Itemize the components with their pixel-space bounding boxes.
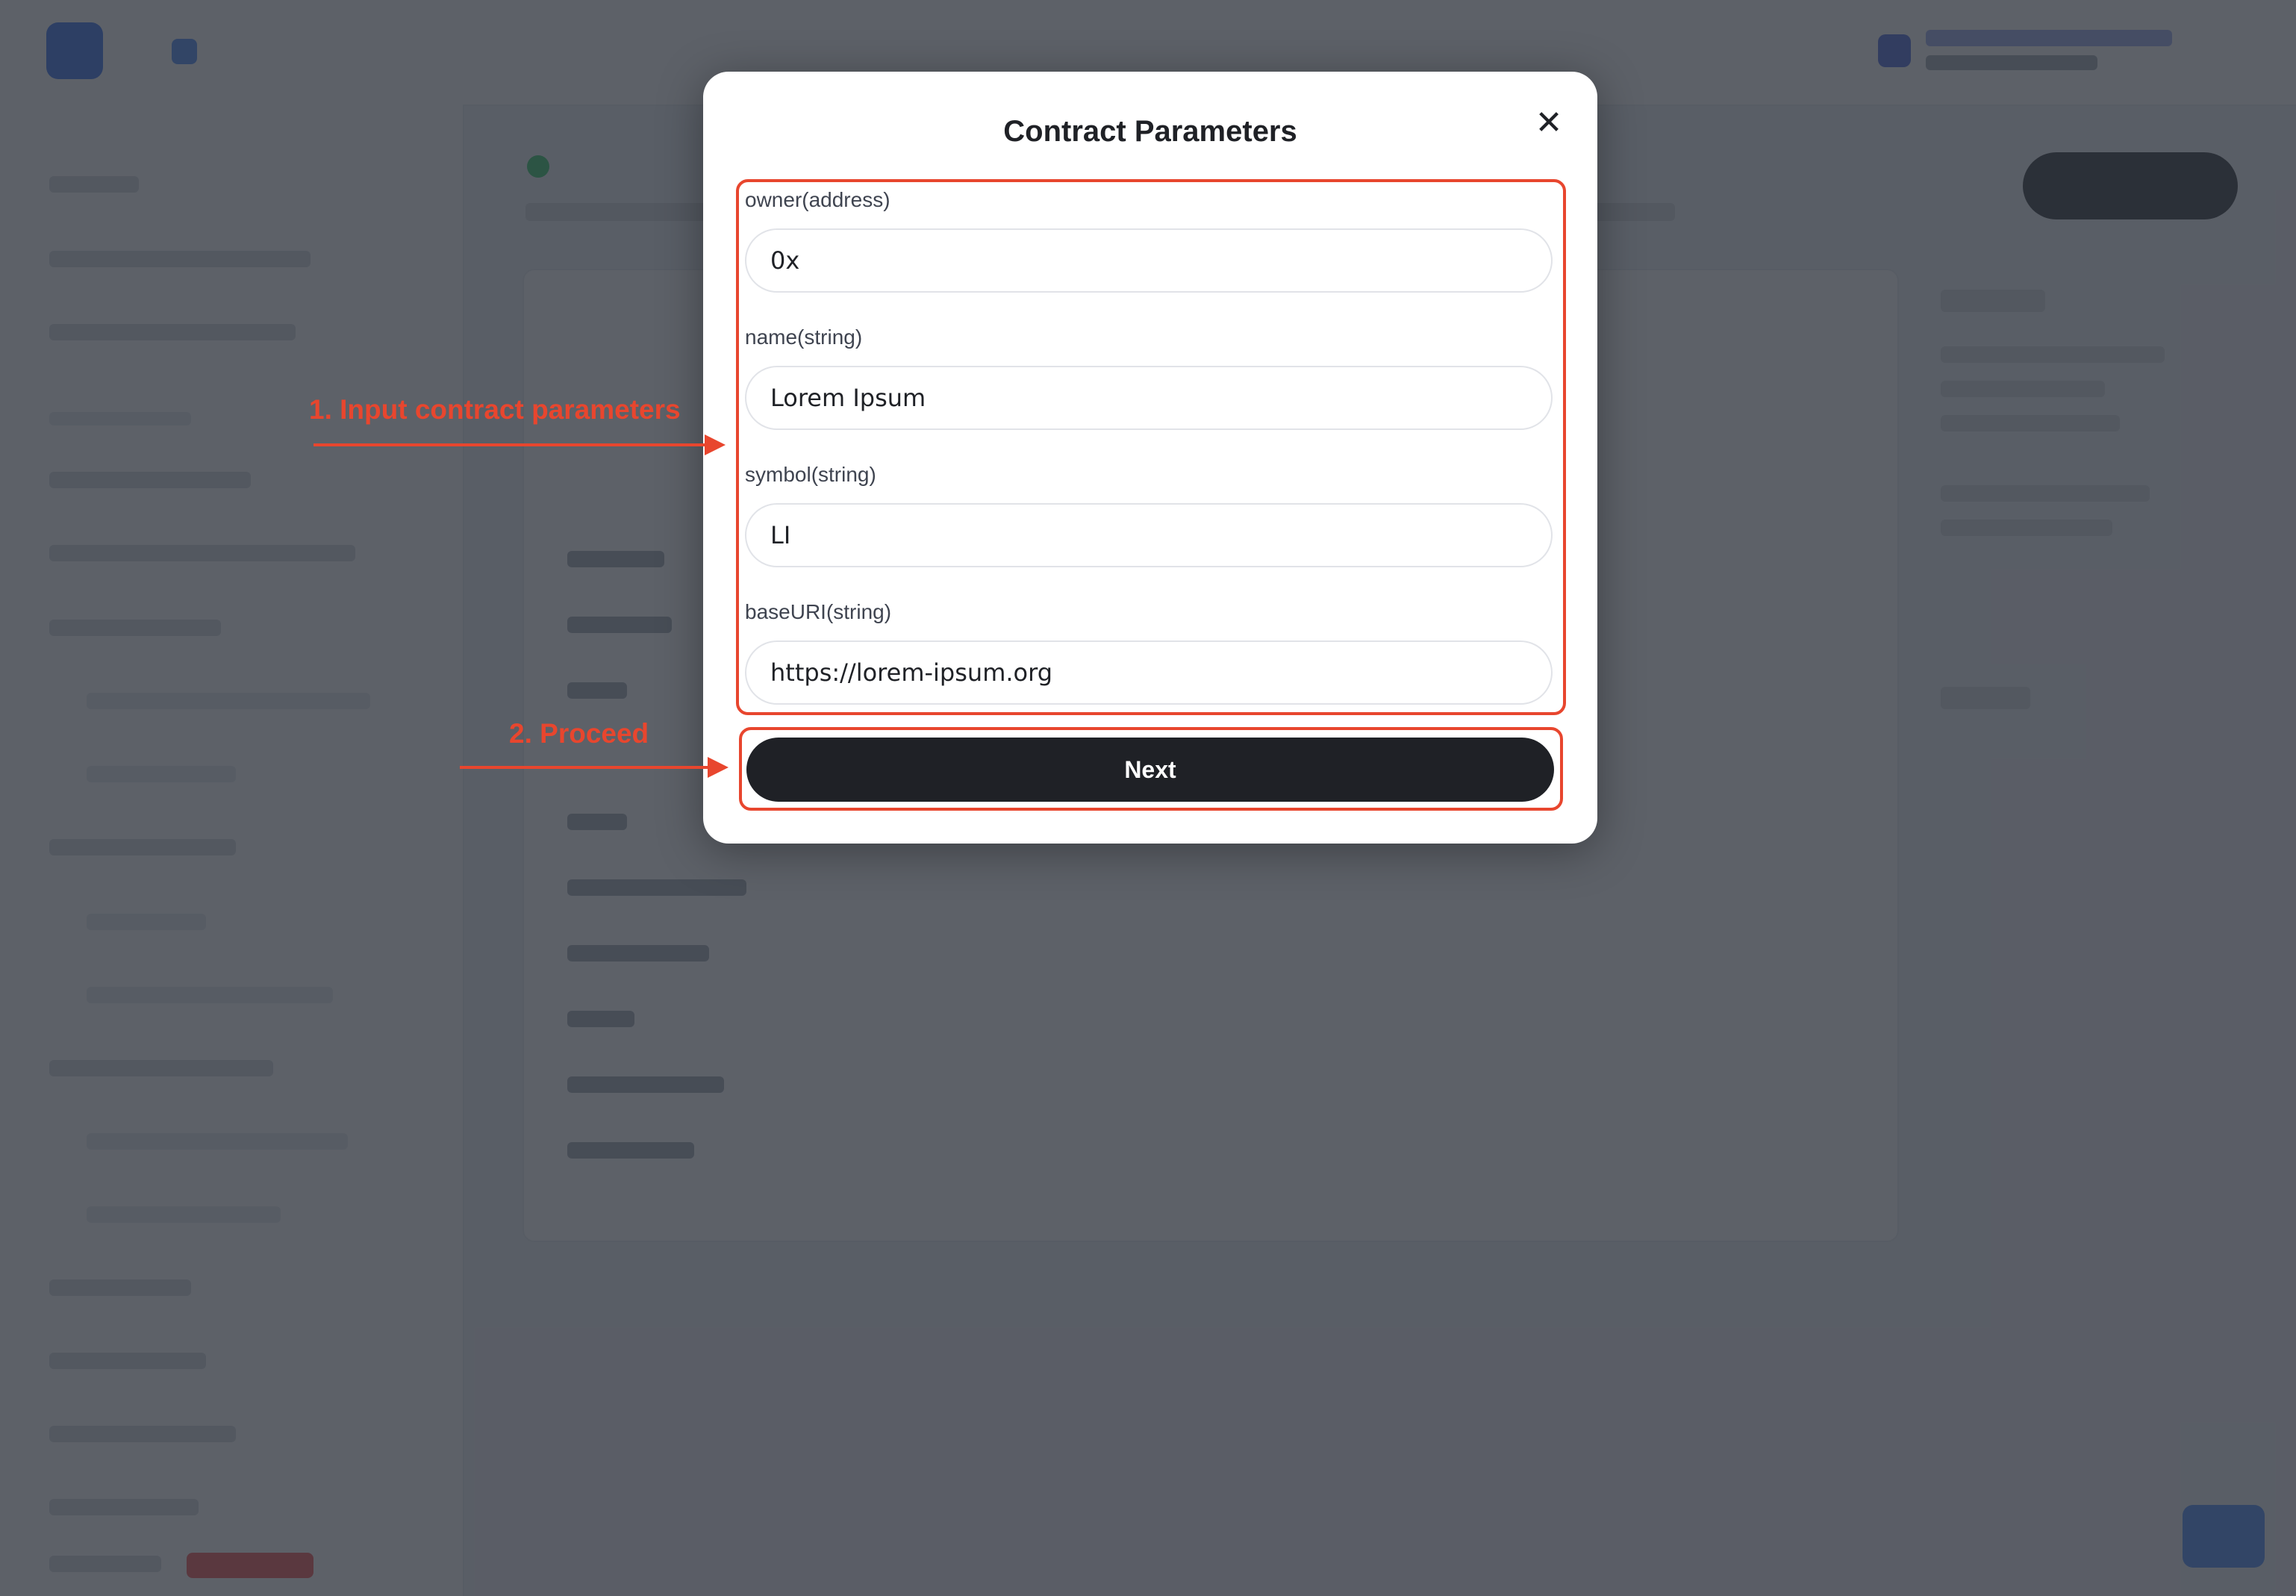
annotation-step-2: 2. Proceed [509,718,649,749]
annotation-arrow-1 [313,443,718,446]
arrow-head-icon [705,434,726,455]
next-highlight-box [739,727,1563,811]
parameters-highlight-box [736,179,1566,715]
arrow-head-icon [708,757,729,778]
annotation-arrow-2 [460,766,721,769]
close-icon[interactable]: ✕ [1530,105,1567,142]
annotation-step-1: 1. Input contract parameters [309,394,681,425]
modal-title: Contract Parameters [1003,115,1297,148]
